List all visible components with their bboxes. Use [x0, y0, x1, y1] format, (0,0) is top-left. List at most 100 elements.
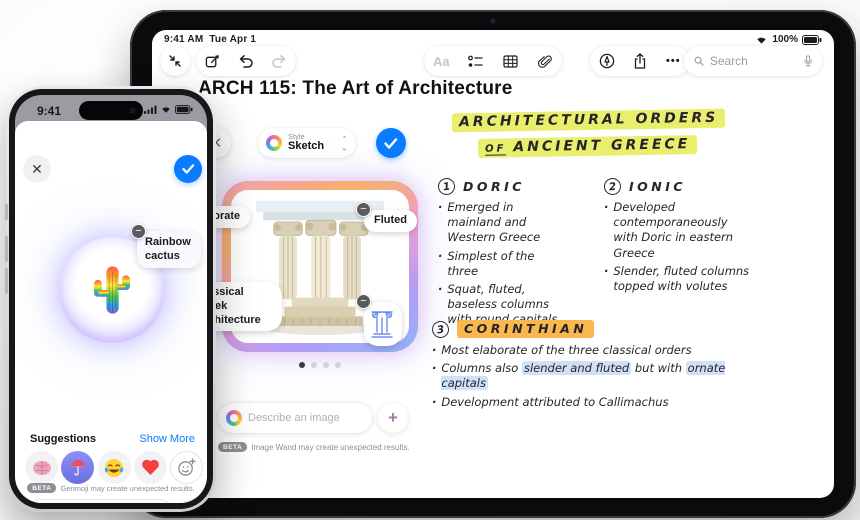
corinthian-number: 3 — [430, 319, 451, 339]
dot-1[interactable] — [299, 362, 305, 368]
remove-genmoji-tag-icon[interactable]: − — [131, 224, 146, 239]
genmoji-tag[interactable]: Rainbow cactus — [137, 231, 201, 268]
people-button[interactable] — [179, 499, 207, 503]
text-format-button[interactable]: Aa — [426, 46, 456, 76]
brain-emoji[interactable] — [25, 451, 58, 484]
ionic-bullet-1: Developed contemporaneously with Doric i… — [613, 200, 734, 260]
remove-sketch-icon[interactable]: − — [356, 294, 371, 309]
doric-bullet-2: Simplest of the three — [447, 248, 535, 278]
search-field[interactable] — [684, 46, 822, 76]
notes-heading-line1: ARCHITECTURAL ORDERS — [451, 108, 726, 133]
dot-4[interactable] — [335, 362, 341, 368]
paperclip-icon — [537, 55, 552, 68]
suggestions-label: Suggestions — [30, 433, 97, 445]
battery-percent: 100% — [772, 34, 798, 45]
checkmark-icon — [181, 164, 194, 174]
checklist-button[interactable] — [461, 46, 491, 76]
genmoji-sheet: ✕ Rainbow cactus − Suggestions Show More… — [15, 121, 207, 503]
laughing-emoji[interactable] — [97, 451, 131, 484]
style-swirl-icon — [266, 135, 282, 151]
front-camera — [129, 107, 136, 114]
image-pagination-dots[interactable] — [222, 362, 418, 368]
genmoji-close-button[interactable]: ✕ — [23, 155, 51, 183]
show-more-link[interactable]: Show More — [139, 433, 195, 445]
genmoji-accept-button[interactable] — [174, 155, 202, 183]
corinthian-title: CORINTHIAN — [457, 320, 595, 338]
iphone-status-icons — [144, 105, 193, 114]
add-emoji[interactable] — [170, 451, 203, 484]
heart-emoji[interactable] — [133, 451, 167, 484]
redo-button[interactable] — [264, 46, 294, 76]
marketing-stage: 9:41 AM Tue Apr 1 100% Aa ••• Search ARC… — [0, 0, 860, 520]
corinthian-bullet-3: Development attributed to Callimachus — [441, 394, 669, 409]
notes-heading-line2: OF ANCIENT GREECE — [477, 135, 698, 158]
compose-button[interactable] — [198, 46, 228, 76]
image-wand-accept-button[interactable] — [376, 128, 406, 158]
describe-image-field[interactable] — [218, 403, 372, 433]
doric-title: DORIC — [463, 179, 525, 194]
iphone-time: 9:41 — [37, 104, 62, 118]
add-image-button[interactable]: + — [378, 403, 408, 433]
beta-badge: BETA — [27, 483, 57, 493]
describe-genmoji-field[interactable] — [27, 499, 173, 503]
battery-icon — [175, 105, 193, 114]
format-toolbar-group: Aa — [424, 46, 562, 76]
share-icon — [634, 53, 646, 69]
volume-down-button — [5, 268, 8, 294]
ionic-number: 2 — [602, 176, 623, 197]
corinthian-bullet-2: Columns also slender and fluted but with… — [441, 361, 726, 391]
iphone-device: 9:41 ✕ Rainbow cactus − Suggestions Show… — [5, 86, 216, 512]
describe-image-input[interactable] — [248, 412, 360, 424]
undo-icon — [239, 55, 253, 68]
remove-fluted-icon[interactable]: − — [356, 202, 371, 217]
search-input[interactable] — [709, 54, 798, 68]
search-icon — [694, 56, 704, 66]
battery-icon — [802, 34, 822, 45]
markup-button[interactable] — [592, 46, 622, 76]
doric-bullet-1: Emerged in mainland and Western Greece — [447, 200, 541, 245]
sketch-thumbnail-tag[interactable] — [364, 302, 402, 346]
umbrella-emoji[interactable] — [61, 451, 95, 484]
doric-number: 1 — [436, 176, 457, 197]
checklist-icon — [468, 55, 483, 67]
actions-toolbar-group: ••• — [590, 46, 690, 76]
beta-text: Genmoji may create unexpected results. — [60, 483, 195, 493]
redo-icon — [272, 55, 286, 68]
table-button[interactable] — [495, 46, 525, 76]
doric-section: 1 DORIC · Emerged in mainland and Western… — [436, 176, 566, 330]
collapse-icon — [169, 55, 181, 67]
rainbow-cactus-genmoji — [94, 266, 130, 314]
compose-icon — [205, 54, 219, 67]
ipad-status-right: 100% — [755, 34, 822, 45]
ionic-bullet-2: Slender, fluted columns topped with volu… — [613, 263, 750, 293]
ipad-camera — [490, 18, 496, 24]
share-button[interactable] — [625, 46, 655, 76]
image-wand-beta-note: BETA Image Wand may create unexpected re… — [218, 442, 410, 452]
table-icon — [503, 54, 518, 68]
dictation-mic-icon[interactable] — [804, 54, 812, 68]
beta-badge: BETA — [218, 442, 248, 452]
dot-2[interactable] — [311, 362, 317, 368]
iphone-screen: 9:41 ✕ Rainbow cactus − Suggestions Show… — [15, 95, 207, 503]
dynamic-island — [79, 101, 143, 120]
undo-button[interactable] — [231, 46, 261, 76]
dot-3[interactable] — [323, 362, 329, 368]
ipad-screen: 9:41 AM Tue Apr 1 100% Aa ••• Search ARC… — [152, 30, 834, 498]
markup-pen-icon — [599, 53, 614, 69]
style-picker[interactable]: Style Sketch ⌃ ⌃ — [258, 128, 356, 158]
ionic-section: 2 IONIC · Developed contemporaneously wit… — [602, 176, 754, 297]
collapse-button[interactable] — [160, 46, 190, 76]
tag-fluted[interactable]: Fluted — [364, 210, 417, 232]
chevron-up-down-icon: ⌃ ⌃ — [341, 134, 348, 152]
edit-toolbar-group — [196, 46, 296, 76]
ipad-status-left: 9:41 AM Tue Apr 1 — [164, 34, 256, 45]
cellular-icon — [144, 105, 157, 114]
corinthian-section: 3 CORINTHIAN · Most elaborate of the thre… — [430, 319, 772, 413]
volume-up-button — [5, 236, 8, 262]
style-value: Sketch — [288, 140, 325, 153]
checkmark-icon — [384, 137, 398, 149]
attachment-button[interactable] — [530, 46, 560, 76]
note-title: ARCH 115: The Art of Architecture — [198, 78, 513, 99]
action-button — [5, 204, 8, 220]
genmoji-beta-note: BETA Genmoji may create unexpected resul… — [15, 483, 207, 493]
